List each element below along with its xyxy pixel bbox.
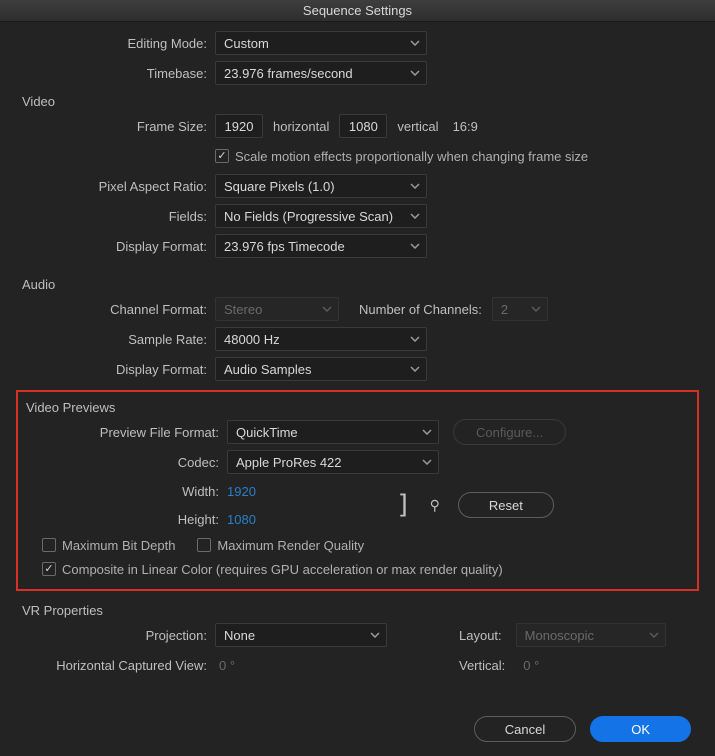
titlebar: Sequence Settings [0, 0, 715, 22]
timebase-select[interactable]: 23.976 frames/second [215, 61, 427, 85]
max-render-quality-checkbox[interactable] [197, 538, 211, 552]
chevron-down-icon [410, 40, 420, 46]
chevron-down-icon [410, 366, 420, 372]
layout-select: Monoscopic [516, 623, 666, 647]
cancel-button[interactable]: Cancel [474, 716, 576, 742]
num-channels-label: Number of Channels: [349, 302, 492, 317]
composite-linear-label: Composite in Linear Color (requires GPU … [62, 562, 503, 577]
chevron-down-icon [531, 306, 541, 312]
composite-linear-checkbox[interactable] [42, 562, 56, 576]
horizontal-label: horizontal [263, 119, 339, 134]
link-bracket-icon: ] [366, 492, 420, 518]
frame-width-input[interactable]: 1920 [215, 114, 263, 138]
num-channels-select: 2 [492, 297, 548, 321]
frame-height-input[interactable]: 1080 [339, 114, 387, 138]
ok-button[interactable]: OK [590, 716, 691, 742]
vview-label: Vertical: [449, 658, 515, 673]
sample-rate-select[interactable]: 48000 Hz [215, 327, 427, 351]
codec-label: Codec: [22, 455, 227, 470]
scale-motion-label: Scale motion effects proportionally when… [235, 149, 588, 164]
projection-select[interactable]: None [215, 623, 387, 647]
chevron-down-icon [410, 243, 420, 249]
max-bit-depth-label: Maximum Bit Depth [62, 538, 175, 553]
video-display-format-select[interactable]: 23.976 fps Timecode [215, 234, 427, 258]
channel-format-label: Channel Format: [10, 302, 215, 317]
chevron-down-icon [410, 336, 420, 342]
frame-size-label: Frame Size: [10, 119, 215, 134]
preview-height-value[interactable]: 1080 [227, 512, 256, 527]
scale-motion-checkbox[interactable] [215, 149, 229, 163]
vr-section-label: VR Properties [10, 597, 705, 620]
fields-select[interactable]: No Fields (Progressive Scan) [215, 204, 427, 228]
chevron-down-icon [322, 306, 332, 312]
link-icon[interactable]: ⚲ [420, 497, 450, 514]
projection-label: Projection: [10, 628, 215, 643]
chevron-down-icon [422, 459, 432, 465]
preview-file-format-select[interactable]: QuickTime [227, 420, 439, 444]
max-bit-depth-row[interactable]: Maximum Bit Depth [42, 538, 175, 553]
vview-value: 0 ° [515, 658, 539, 673]
max-bit-depth-checkbox[interactable] [42, 538, 56, 552]
preview-height-label: Height: [22, 512, 227, 527]
reset-button[interactable]: Reset [458, 492, 554, 518]
chevron-down-icon [649, 632, 659, 638]
window-title: Sequence Settings [303, 3, 412, 18]
timebase-label: Timebase: [10, 66, 215, 81]
sample-rate-label: Sample Rate: [10, 332, 215, 347]
max-render-quality-row[interactable]: Maximum Render Quality [197, 538, 364, 553]
preview-file-format-label: Preview File Format: [22, 425, 227, 440]
editing-mode-select[interactable]: Custom [215, 31, 427, 55]
audio-display-format-label: Display Format: [10, 362, 215, 377]
pixel-aspect-select[interactable]: Square Pixels (1.0) [215, 174, 427, 198]
editing-mode-label: Editing Mode: [10, 36, 215, 51]
video-display-format-label: Display Format: [10, 239, 215, 254]
max-render-quality-label: Maximum Render Quality [217, 538, 364, 553]
channel-format-select: Stereo [215, 297, 339, 321]
audio-section-label: Audio [10, 271, 705, 294]
chevron-down-icon [422, 429, 432, 435]
preview-width-value[interactable]: 1920 [227, 484, 256, 499]
pixel-aspect-label: Pixel Aspect Ratio: [10, 179, 215, 194]
layout-label: Layout: [449, 628, 512, 643]
preview-width-label: Width: [22, 484, 227, 499]
video-previews-section-label: Video Previews [22, 394, 693, 417]
composite-linear-row[interactable]: Composite in Linear Color (requires GPU … [42, 562, 503, 577]
video-section-label: Video [10, 88, 705, 111]
chevron-down-icon [410, 70, 420, 76]
fields-label: Fields: [10, 209, 215, 224]
aspect-ratio-text: 16:9 [449, 119, 488, 134]
chevron-down-icon [410, 183, 420, 189]
video-previews-highlight: Video Previews Preview File Format: Quic… [16, 390, 699, 591]
configure-button: Configure... [453, 419, 566, 445]
chevron-down-icon [410, 213, 420, 219]
scale-motion-row[interactable]: Scale motion effects proportionally when… [215, 149, 588, 164]
audio-display-format-select[interactable]: Audio Samples [215, 357, 427, 381]
vertical-label: vertical [387, 119, 448, 134]
hview-value: 0 ° [215, 658, 387, 673]
chevron-down-icon [370, 632, 380, 638]
hview-label: Horizontal Captured View: [10, 658, 215, 673]
codec-select[interactable]: Apple ProRes 422 [227, 450, 439, 474]
